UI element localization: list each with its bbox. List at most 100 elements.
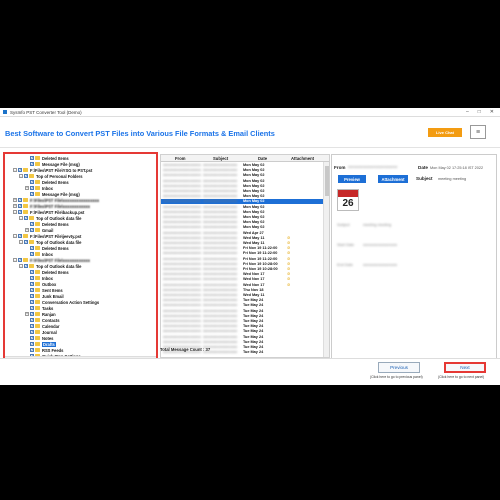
expand-toggle-icon[interactable]: -: [13, 210, 17, 214]
folder-icon: [35, 336, 40, 340]
next-button[interactable]: Next: [444, 362, 486, 373]
maximize-icon[interactable]: □: [478, 109, 481, 115]
expand-toggle-icon[interactable]: -: [19, 174, 23, 178]
column-date[interactable]: Date: [258, 156, 267, 161]
tree-item-label: F:\Files\PST File\xxxxxxxxxxxx: [30, 257, 91, 263]
tree-item-checkbox[interactable]: ✓: [30, 270, 34, 274]
tree-item-checkbox[interactable]: ✓: [30, 222, 34, 226]
subject-value: meeting meeting: [438, 177, 467, 181]
folder-icon: [35, 312, 40, 316]
folder-icon: [35, 186, 40, 190]
tree-item-label: Junk Email: [42, 293, 64, 299]
tree-item-checkbox[interactable]: ✓: [18, 258, 22, 262]
expand-toggle-icon[interactable]: -: [19, 264, 23, 268]
tree-item-checkbox[interactable]: ✓: [30, 186, 34, 190]
previous-button[interactable]: Previous: [378, 362, 420, 373]
tree-item-checkbox[interactable]: ✓: [30, 156, 34, 160]
tree-item-checkbox[interactable]: ✓: [30, 318, 34, 322]
tree-item-checkbox[interactable]: ✓: [30, 294, 34, 298]
folder-icon: [35, 342, 40, 346]
tree-item-checkbox[interactable]: ✓: [30, 180, 34, 184]
tree-item-label: F:\Files\PST File\YSG to PST.pst: [30, 167, 93, 173]
folder-icon: [29, 264, 34, 268]
tree-item-checkbox[interactable]: ✓: [30, 276, 34, 280]
live-chat-button[interactable]: Live Chat: [428, 128, 462, 137]
expand-toggle-icon[interactable]: -: [13, 168, 17, 172]
expand-toggle-icon[interactable]: -: [19, 216, 23, 220]
tree-item-checkbox[interactable]: ✓: [18, 210, 22, 214]
expand-toggle-icon[interactable]: +: [25, 312, 29, 316]
tree-item-label: Top of Personal Folders: [36, 173, 83, 179]
tree-item-checkbox[interactable]: ✓: [18, 168, 22, 172]
expand-toggle-icon[interactable]: +: [13, 204, 17, 208]
tree-item-label: Outbox: [42, 281, 57, 287]
tree-item-label: Message File (msg): [42, 161, 80, 167]
tree-item-label: Journal: [42, 329, 57, 335]
field-subject-value: meeting meeting: [363, 223, 392, 227]
folder-icon: [35, 270, 40, 274]
app-window: SysInfo PST Converter Tool (Demo) – □ ✕ …: [0, 108, 500, 385]
scrollbar-thumb[interactable]: [325, 166, 329, 196]
menu-icon[interactable]: ≡: [470, 125, 486, 139]
folder-icon: [35, 318, 40, 322]
tree-item-checkbox[interactable]: ✓: [24, 264, 28, 268]
folder-icon: [29, 216, 34, 220]
folder-icon: [35, 294, 40, 298]
tree-item-checkbox[interactable]: ✓: [30, 282, 34, 286]
preview-tab-button[interactable]: Preview: [338, 175, 366, 183]
header-banner: Best Software to Convert PST Files into …: [0, 118, 500, 148]
column-subject[interactable]: Subject: [213, 156, 228, 161]
tree-item-checkbox[interactable]: ✓: [18, 204, 22, 208]
folder-icon: [35, 162, 40, 166]
folder-icon: [23, 234, 28, 238]
expand-toggle-icon[interactable]: +: [25, 228, 29, 232]
tree-item-checkbox[interactable]: ✓: [30, 306, 34, 310]
column-attachment[interactable]: Attachment: [291, 156, 314, 161]
calendar-day: 26: [342, 198, 354, 209]
tree-item-checkbox[interactable]: ✓: [30, 162, 34, 166]
close-icon[interactable]: ✕: [490, 109, 494, 115]
tree-item-checkbox[interactable]: ✓: [30, 324, 34, 328]
tree-item-checkbox[interactable]: ✓: [18, 198, 22, 202]
tree-item-label: Calendar: [42, 323, 60, 329]
minimize-icon[interactable]: –: [466, 109, 469, 115]
folder-icon: [35, 300, 40, 304]
expand-toggle-icon[interactable]: -: [13, 234, 17, 238]
tree-item-checkbox[interactable]: ✓: [30, 246, 34, 250]
tree-item-checkbox[interactable]: ✓: [30, 312, 34, 316]
expand-toggle-icon[interactable]: -: [19, 240, 23, 244]
from-value: xxxxxxxxxxxxxxxxxxxxxxxxxx: [348, 165, 398, 169]
tree-item-label: F:\Files\PST File\xxxxxxxxxxxxxxxx: [30, 197, 100, 203]
tree-item-checkbox[interactable]: ✓: [30, 252, 34, 256]
tree-item-label: Drafts: [42, 341, 56, 347]
attachment-tab-button[interactable]: Attachment: [378, 175, 408, 183]
folder-icon: [23, 168, 28, 172]
tree-item-checkbox[interactable]: ✓: [30, 228, 34, 232]
attachment-icon: [287, 350, 295, 355]
tree-item-checkbox[interactable]: ✓: [30, 348, 34, 352]
folder-icon: [35, 222, 40, 226]
field-subject-label: Subject: [337, 223, 350, 227]
tree-item-label: Top of Outlook data file: [36, 263, 82, 269]
tree-item-checkbox[interactable]: ✓: [18, 234, 22, 238]
expand-toggle-icon[interactable]: +: [25, 186, 29, 190]
tree-item-checkbox[interactable]: ✓: [30, 336, 34, 340]
tree-item-checkbox[interactable]: ✓: [30, 288, 34, 292]
tree-item-label: F:\Files\PST File\backup.pst: [30, 209, 85, 215]
tree-item-checkbox[interactable]: ✓: [24, 216, 28, 220]
column-from[interactable]: From: [175, 156, 185, 161]
tree-item-checkbox[interactable]: ✓: [30, 330, 34, 334]
tree-item-checkbox[interactable]: ✓: [30, 342, 34, 346]
message-list-scrollbar[interactable]: [323, 162, 329, 357]
title-bar: SysInfo PST Converter Tool (Demo) – □ ✕: [0, 108, 500, 117]
tree-item-checkbox[interactable]: ✓: [30, 300, 34, 304]
tree-item-checkbox[interactable]: ✓: [30, 192, 34, 196]
tree-item-checkbox[interactable]: ✓: [24, 174, 28, 178]
tree-item-checkbox[interactable]: ✓: [24, 240, 28, 244]
expand-toggle-icon[interactable]: -: [13, 258, 17, 262]
tree-item-label: Ranjan: [42, 311, 56, 317]
folder-icon: [35, 282, 40, 286]
field-start-value: xxxxxxxxxxxxxxxxxx: [363, 243, 398, 247]
expand-toggle-icon[interactable]: +: [13, 198, 17, 202]
folder-icon: [35, 252, 40, 256]
